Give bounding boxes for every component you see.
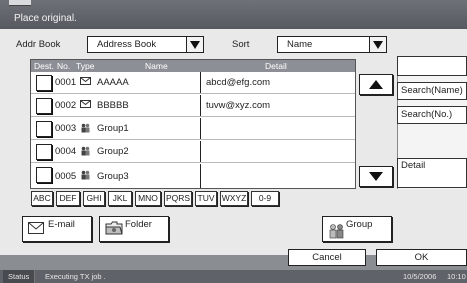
row-number: 0004	[55, 146, 77, 157]
cancel-button[interactable]: Cancel	[288, 249, 366, 266]
scroll-down-button[interactable]	[359, 166, 393, 187]
row-name: Group2	[97, 146, 129, 157]
email-button-label: E-mail	[48, 219, 75, 230]
row-name: BBBBB	[97, 100, 129, 111]
search-name-button[interactable]: Search(Name)	[397, 82, 467, 100]
column-divider	[200, 72, 201, 93]
alpha-tab-wxyz[interactable]: WXYZ	[220, 191, 248, 206]
row-detail: abcd@efg.com	[206, 77, 271, 88]
alpha-tab-mno[interactable]: MNO	[135, 191, 161, 206]
header-no: No.	[57, 61, 71, 71]
header-detail: Detail	[265, 61, 287, 71]
chevron-down-icon	[186, 37, 203, 52]
sort-value: Name	[287, 39, 313, 50]
sort-dropdown[interactable]: Name	[277, 36, 387, 53]
row-checkbox[interactable]	[36, 98, 52, 114]
page-title: Place original.	[14, 13, 77, 24]
status-time: 10:10	[447, 272, 466, 281]
table-row[interactable]: 0005 Group3	[31, 164, 355, 188]
group-button-label: Group	[346, 219, 373, 230]
row-checkbox[interactable]	[36, 121, 52, 137]
status-message: Executing TX job .	[45, 272, 106, 281]
group-icon	[80, 146, 91, 159]
folder-button[interactable]: Folder	[99, 216, 169, 242]
status-label: Status	[8, 272, 30, 281]
list-header: Dest. No. Type Name Detail	[31, 60, 355, 72]
group-icon	[80, 170, 91, 183]
scroll-up-button[interactable]	[359, 74, 393, 95]
alpha-tab-pqrs[interactable]: PQRS	[164, 191, 192, 206]
header-name: Name	[145, 61, 168, 71]
alpha-tab-tuv[interactable]: TUV	[195, 191, 217, 206]
row-checkbox[interactable]	[36, 167, 52, 183]
group-icon	[328, 223, 346, 242]
table-row[interactable]: 0003 Group1	[31, 118, 355, 140]
header-dest: Dest.	[34, 61, 54, 71]
arrow-up-icon	[369, 80, 383, 89]
row-name: Group1	[97, 123, 129, 134]
blank-button[interactable]	[397, 56, 467, 76]
row-number: 0005	[55, 171, 77, 182]
column-divider	[200, 118, 201, 139]
group-icon	[80, 123, 91, 136]
alpha-tab-0-9[interactable]: 0-9	[251, 191, 279, 206]
search-no-button[interactable]: Search(No.)	[397, 106, 467, 124]
folder-icon	[105, 220, 123, 239]
row-number: 0003	[55, 123, 77, 134]
table-row[interactable]: 0004 Group2	[31, 141, 355, 163]
email-icon	[28, 222, 44, 237]
row-checkbox[interactable]	[36, 144, 52, 160]
column-divider	[200, 141, 201, 162]
alpha-tab-jkl[interactable]: JKL	[108, 191, 132, 206]
addr-book-label: Addr Book	[16, 39, 61, 50]
row-checkbox[interactable]	[36, 75, 52, 91]
table-row[interactable]: 0002 BBBBB tuvw@xyz.com	[31, 95, 355, 117]
status-bar: Status Executing TX job . 10/5/2006 10:1…	[0, 270, 467, 283]
alpha-tab-ghi[interactable]: GHI	[83, 191, 105, 206]
row-name: AAAAA	[97, 77, 129, 88]
column-divider	[200, 95, 201, 116]
column-divider	[200, 164, 201, 188]
row-number: 0001	[55, 77, 77, 88]
addr-book-dropdown[interactable]: Address Book	[87, 36, 204, 53]
row-detail: tuvw@xyz.com	[206, 100, 271, 111]
addr-book-value: Address Book	[97, 39, 157, 50]
group-button[interactable]: Group	[322, 216, 392, 242]
sort-label: Sort	[232, 39, 250, 50]
detail-button[interactable]: Detail	[397, 158, 467, 188]
arrow-down-icon	[369, 172, 383, 181]
title-tab	[9, 0, 31, 6]
email-button[interactable]: E-mail	[22, 216, 92, 242]
email-icon	[80, 77, 91, 88]
chevron-down-icon	[369, 37, 386, 52]
table-row[interactable]: 0001 AAAAA abcd@efg.com	[31, 72, 355, 94]
title-bar: Place original.	[0, 0, 467, 29]
alpha-tab-def[interactable]: DEF	[56, 191, 80, 206]
row-name: Group3	[97, 171, 129, 182]
folder-button-label: Folder	[125, 219, 152, 230]
status-date: 10/5/2006	[403, 272, 437, 281]
email-icon	[80, 100, 91, 111]
row-number: 0002	[55, 100, 77, 111]
header-type: Type	[76, 61, 95, 71]
scrollbar[interactable]	[355, 72, 395, 189]
alpha-tab-abc[interactable]: ABC	[31, 191, 53, 206]
ok-button[interactable]: OK	[376, 249, 467, 266]
